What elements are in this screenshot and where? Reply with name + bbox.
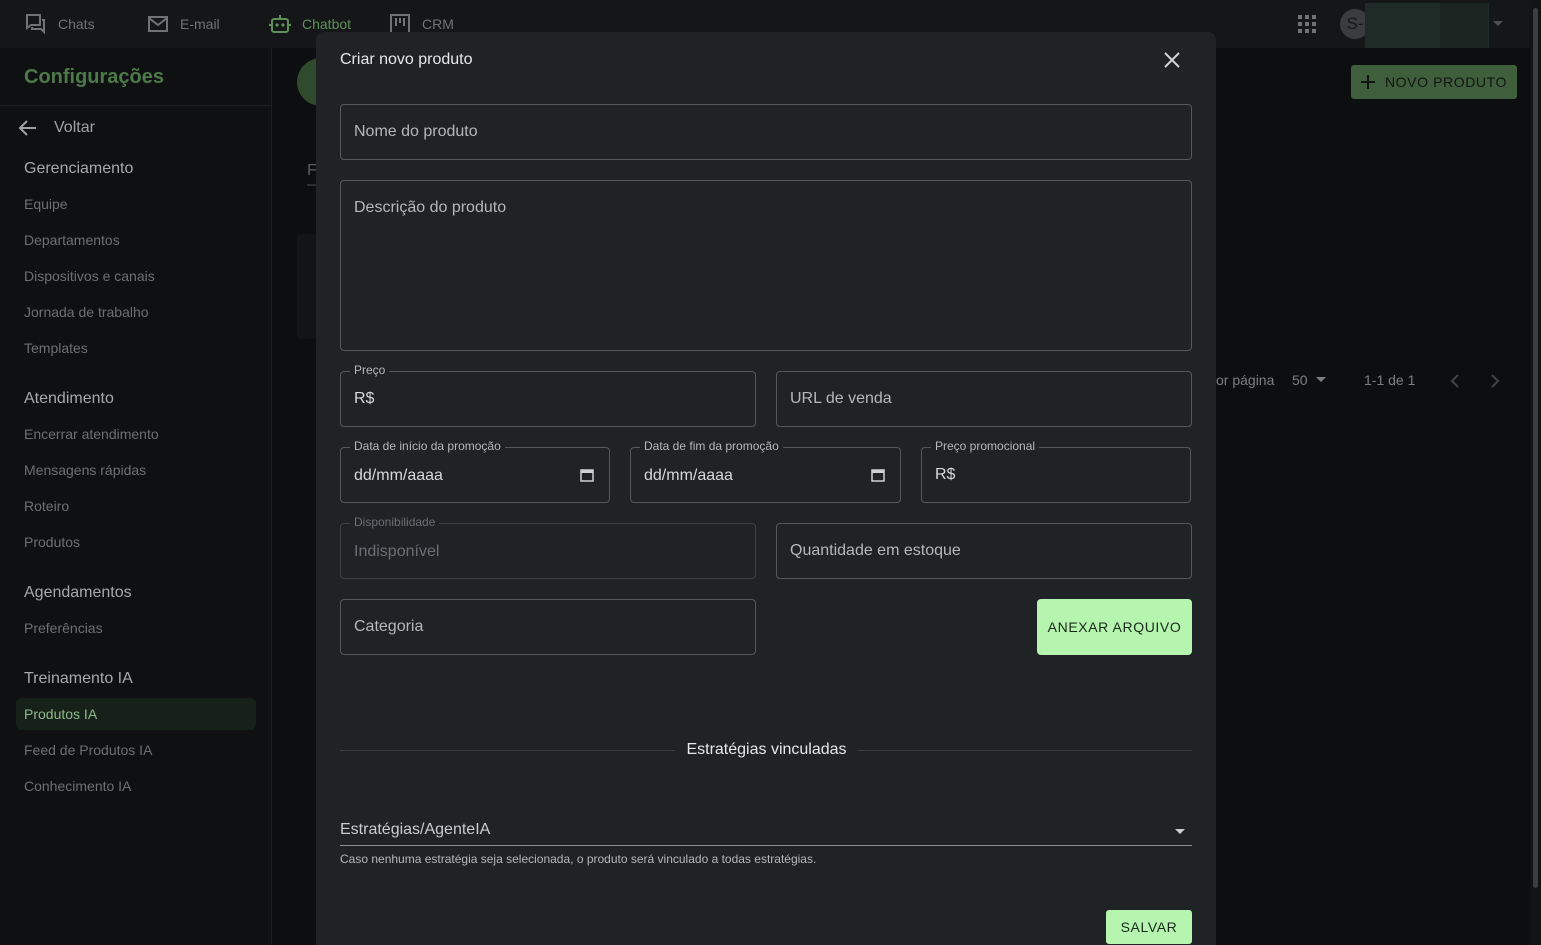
chevron-down-icon [1315, 377, 1326, 382]
sidebar-item-departamentos[interactable]: Departamentos [24, 232, 120, 248]
avatar-initial: S- [1346, 14, 1364, 33]
sidebar-item-feed-produtos-ia[interactable]: Feed de Produtos IA [24, 742, 152, 758]
sidebar-item-produtos-ia[interactable]: Produtos IA [24, 706, 97, 722]
account-block-redacted [1440, 3, 1488, 48]
sidebar-item-preferencias[interactable]: Preferências [24, 620, 103, 636]
promo-start-value: dd/mm/aaaa [354, 467, 443, 484]
nav-chats-label: Chats [58, 16, 95, 32]
strategies-title: Estratégias vinculadas [686, 741, 847, 758]
stock-quantity-placeholder: Quantidade em estoque [790, 542, 961, 559]
per-page-label: or página [1216, 372, 1275, 388]
sidebar-item-jornada[interactable]: Jornada de trabalho [24, 304, 149, 320]
chevron-left-icon[interactable] [1450, 374, 1460, 388]
plus-icon [1360, 75, 1375, 89]
sidebar-item-templates[interactable]: Templates [24, 340, 88, 356]
promo-end-date-field[interactable]: Data de fim da promoção dd/mm/aaaa [630, 439, 901, 503]
save-button[interactable]: SALVAR [1106, 910, 1192, 944]
chat-icon [26, 14, 45, 35]
sidebar-item-produtos[interactable]: Produtos [24, 534, 80, 550]
promo-end-value: dd/mm/aaaa [644, 467, 733, 484]
promo-start-date-field[interactable]: Data de início da promoção dd/mm/aaaa [340, 439, 610, 503]
nav-crm-label: CRM [422, 16, 454, 32]
strategies-select-label[interactable]: Estratégias/AgenteIA [340, 821, 490, 839]
chevron-down-icon[interactable] [1493, 20, 1503, 28]
strategies-select-underline [340, 845, 1192, 846]
divider-right [858, 750, 1192, 751]
divider-left [340, 750, 675, 751]
category-field[interactable]: Categoria [340, 599, 756, 655]
chevron-right-icon[interactable] [1490, 374, 1500, 388]
product-description-field[interactable]: Descrição do produto [340, 180, 1192, 351]
section-atendimento: Atendimento [24, 390, 114, 407]
sidebar-item-equipe[interactable]: Equipe [24, 196, 68, 212]
new-product-label: NOVO PRODUTO [1384, 74, 1508, 90]
price-prefix: R$ [354, 390, 375, 407]
strategies-helper-text: Caso nenhuma estratégia seja selecionada… [340, 852, 817, 866]
promo-price-prefix: R$ [935, 466, 956, 483]
product-name-field[interactable]: Nome do produto [340, 104, 1192, 160]
section-treinamento-ia: Treinamento IA [24, 670, 133, 687]
dialog-title: Criar novo produto [340, 51, 473, 68]
availability-label: Disponibilidade [350, 515, 440, 529]
sale-url-field[interactable]: URL de venda [776, 371, 1192, 427]
create-product-dialog: Criar novo produto Nome do produto Descr… [316, 32, 1216, 945]
close-icon[interactable] [1162, 50, 1182, 70]
nav-chats[interactable]: Chats [24, 12, 95, 36]
promo-price-field[interactable]: Preço promocional R$ [921, 439, 1191, 503]
availability-value: Indisponível [354, 543, 440, 560]
promo-start-label: Data de início da promoção [350, 439, 505, 453]
sidebar-item-roteiro[interactable]: Roteiro [24, 498, 69, 514]
back-label: Voltar [54, 119, 95, 136]
new-product-button[interactable]: NOVO PRODUTO [1351, 65, 1517, 99]
dropdown-arrow-icon[interactable] [1174, 825, 1186, 837]
section-agendamentos: Agendamentos [24, 584, 132, 601]
promo-price-label: Preço promocional [931, 439, 1040, 453]
sidebar-divider [0, 105, 272, 106]
nav-chatbot-label: Chatbot [302, 16, 352, 32]
calendar-icon[interactable] [871, 468, 885, 482]
price-field[interactable]: Preço R$ [340, 363, 756, 427]
sidebar-item-conhecimento-ia[interactable]: Conhecimento IA [24, 778, 131, 794]
product-description-placeholder: Descrição do produto [354, 199, 507, 216]
category-placeholder: Categoria [354, 618, 424, 635]
sidebar-item-mensagens[interactable]: Mensagens rápidas [24, 462, 146, 478]
apps-grid-icon[interactable] [1298, 15, 1316, 33]
back-button[interactable]: Voltar [18, 118, 95, 138]
sidebar: Configurações Voltar Gerenciamento Equip… [0, 48, 272, 945]
scrollbar-thumb[interactable] [1533, 8, 1538, 888]
stock-quantity-field[interactable]: Quantidade em estoque [776, 523, 1192, 579]
arrow-left-icon [18, 120, 36, 136]
sale-url-placeholder: URL de venda [790, 390, 892, 407]
attach-file-button[interactable]: ANEXAR ARQUIVO [1037, 599, 1192, 655]
nav-email[interactable]: E-mail [146, 12, 220, 36]
nav-email-label: E-mail [180, 16, 220, 32]
pagination-range: 1-1 de 1 [1364, 372, 1416, 388]
sidebar-title: Configurações [24, 66, 165, 88]
price-label: Preço [350, 363, 390, 377]
product-name-placeholder: Nome do produto [354, 123, 478, 140]
sidebar-item-encerrar[interactable]: Encerrar atendimento [24, 426, 159, 442]
section-gerenciamento: Gerenciamento [24, 160, 134, 177]
availability-field: Disponibilidade Indisponível [340, 515, 756, 579]
sidebar-item-dispositivos[interactable]: Dispositivos e canais [24, 268, 155, 284]
per-page-value: 50 [1292, 372, 1308, 388]
robot-icon [269, 15, 291, 33]
promo-end-label: Data de fim da promoção [640, 439, 783, 453]
calendar-icon[interactable] [580, 468, 594, 482]
per-page-select[interactable]: 50 [1292, 372, 1326, 388]
mail-icon [148, 16, 168, 32]
